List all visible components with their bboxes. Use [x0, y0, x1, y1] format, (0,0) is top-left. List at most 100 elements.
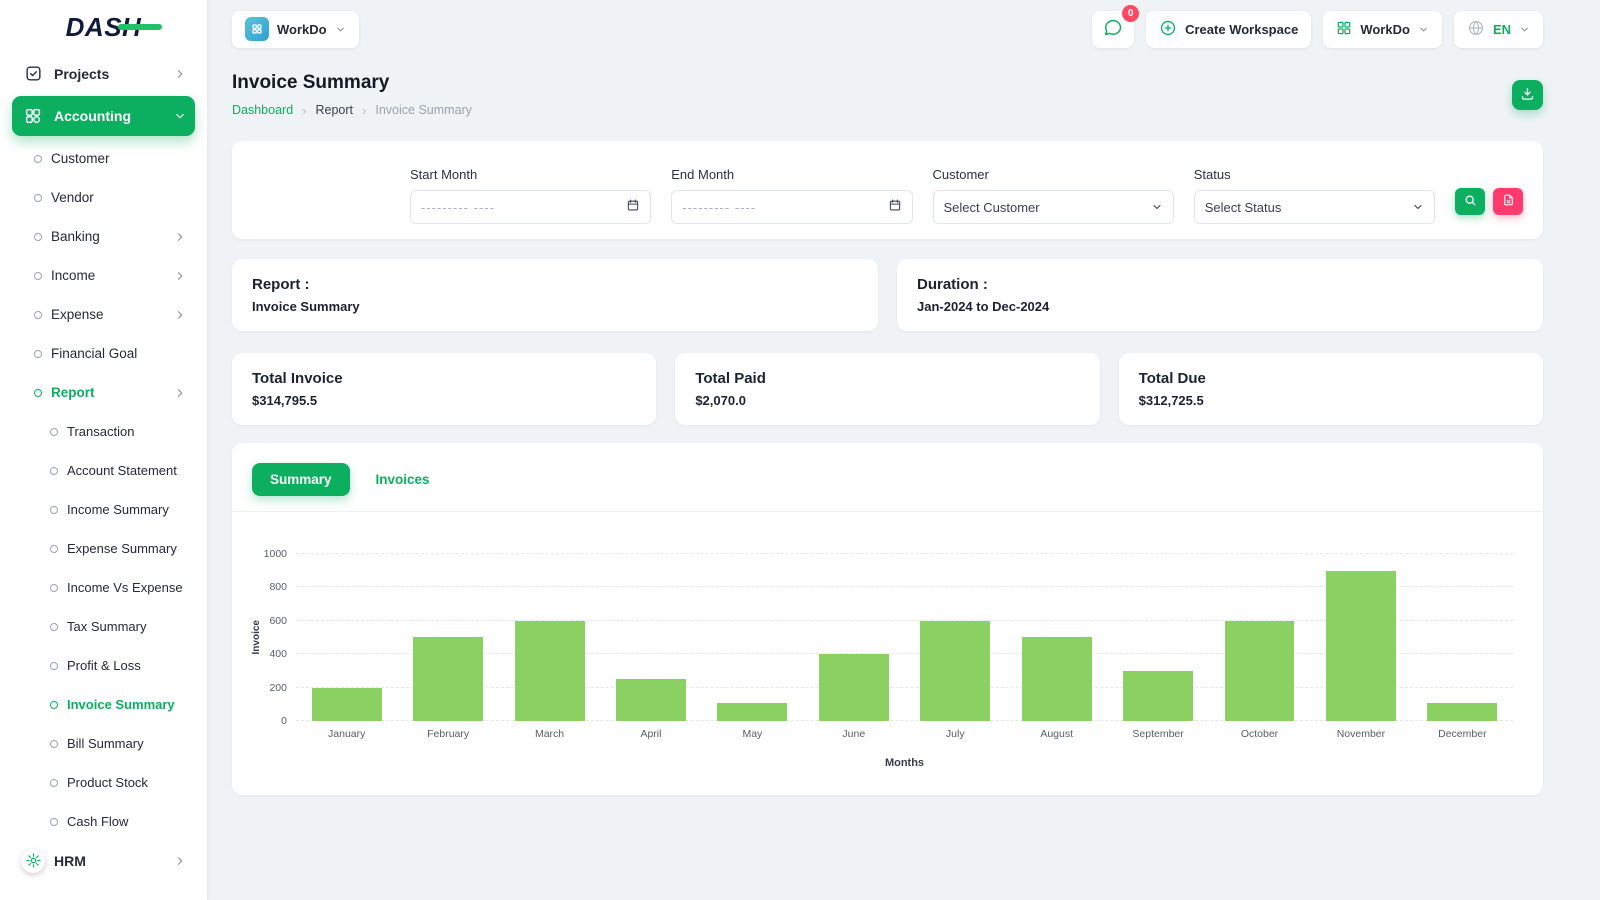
chevron-right-icon: [174, 231, 186, 243]
sidebar-item-expense-summary[interactable]: Expense Summary: [12, 529, 195, 568]
y-tick-label: 800: [269, 581, 287, 594]
x-tick-label: August: [1040, 728, 1074, 740]
sidebar-item-label: Income Summary: [67, 502, 169, 517]
sidebar-item-label: Invoice Summary: [67, 697, 175, 712]
sidebar-item-invoice-summary[interactable]: Invoice Summary: [12, 685, 195, 724]
x-axis-title: Months: [884, 757, 925, 769]
calendar-icon[interactable]: [888, 198, 902, 217]
y-tick-label: 1000: [263, 548, 287, 560]
reset-filter-button[interactable]: [1493, 188, 1523, 215]
y-axis-title: Invoice: [250, 620, 262, 655]
logo-dash-accent: [118, 24, 163, 30]
sidebar-item-expense[interactable]: Expense: [12, 295, 195, 334]
x-tick-label: September: [1132, 728, 1184, 740]
customer-field: Customer Select Customer: [932, 167, 1174, 224]
bar-march: [514, 620, 585, 721]
tab-invoices[interactable]: Invoices: [358, 463, 448, 496]
chevron-right-icon: [174, 387, 186, 399]
bullet-icon: [50, 466, 58, 475]
app-logo[interactable]: DASH: [12, 0, 195, 54]
x-tick-label: June: [842, 728, 866, 740]
status-select[interactable]: Select Status: [1193, 190, 1435, 224]
sidebar-item-customer[interactable]: Customer: [12, 139, 195, 178]
bullet-icon: [34, 349, 42, 358]
app-root: DASH Projects Accounting Customer Vendor Ban…: [0, 0, 1600, 900]
bar-november: [1325, 570, 1396, 721]
total-paid-label: Total Paid: [695, 370, 766, 387]
x-tick-label: February: [427, 728, 470, 740]
sidebar-item-income-vs-expense[interactable]: Income Vs Expense: [12, 568, 195, 607]
report-card: Report : Invoice Summary: [232, 259, 878, 331]
total-paid-card: Total Paid $2,070.0: [675, 353, 1100, 425]
sidebar-item-financial-goal[interactable]: Financial Goal: [12, 334, 195, 373]
sidebar-item-banking[interactable]: Banking: [12, 217, 195, 256]
page-header: Invoice Summary Dashboard › Report › Inv…: [232, 72, 1543, 117]
grid-icon: [1336, 20, 1352, 39]
breadcrumb-report[interactable]: Report: [316, 103, 354, 117]
tab-summary[interactable]: Summary: [252, 463, 350, 496]
bullet-icon: [50, 700, 58, 709]
sidebar-item-product-stock[interactable]: Product Stock: [12, 763, 195, 802]
x-tick-label: March: [534, 728, 565, 740]
sidebar-item-transaction[interactable]: Transaction: [12, 412, 195, 451]
download-button[interactable]: [1512, 79, 1543, 110]
language-selector[interactable]: EN: [1453, 10, 1543, 48]
sidebar-item-report[interactable]: Report: [12, 373, 195, 412]
sidebar-item-hrm[interactable]: HRM: [12, 841, 195, 880]
chart-tabs: Summary Invoices: [232, 463, 1543, 496]
app-menu-label: WorkDo: [1360, 21, 1410, 37]
bar-july: [920, 620, 991, 721]
sidebar-item-label: Projects: [54, 65, 110, 82]
language-code: EN: [1492, 21, 1511, 37]
start-month-label: Start Month: [410, 167, 478, 182]
bar-slot: [1209, 620, 1310, 721]
sidebar-item-cash-flow[interactable]: Cash Flow: [12, 802, 195, 841]
calendar-icon[interactable]: [626, 198, 640, 217]
bullet-icon: [50, 817, 58, 826]
bullet-icon: [34, 232, 42, 241]
bar-slot: [905, 620, 1006, 721]
sidebar-item-accounting[interactable]: Accounting: [12, 96, 195, 136]
create-workspace-button[interactable]: Create Workspace: [1146, 10, 1312, 48]
sidebar-item-profit-loss[interactable]: Profit & Loss: [12, 646, 195, 685]
hrm-icon: [21, 848, 45, 873]
bullet-icon: [34, 154, 42, 163]
projects-icon: [21, 62, 45, 86]
sidebar-item-projects[interactable]: Projects: [12, 54, 195, 93]
breadcrumb-dashboard[interactable]: Dashboard: [232, 103, 293, 117]
sidebar-item-label: Banking: [51, 229, 100, 244]
workspace-avatar-icon: [245, 17, 269, 41]
start-month-input[interactable]: [421, 199, 627, 215]
customer-select[interactable]: Select Customer: [932, 190, 1174, 224]
y-tick-label: 600: [269, 614, 287, 627]
status-label: Status: [1193, 167, 1231, 182]
search-button[interactable]: [1455, 188, 1485, 215]
x-tick-label: January: [328, 728, 366, 740]
invoice-bar-chart: Invoice 0 200 400 600 800 1000 January Februar…: [251, 548, 1513, 769]
total-due-card: Total Due $312,725.5: [1118, 353, 1543, 425]
workspace-switcher[interactable]: WorkDo: [232, 10, 359, 48]
messages-button[interactable]: 0: [1092, 4, 1140, 48]
chevron-down-icon: [1412, 201, 1424, 213]
sidebar-item-account-statement[interactable]: Account Statement: [12, 451, 195, 490]
sidebar-item-vendor[interactable]: Vendor: [12, 178, 195, 217]
topbar: WorkDo 0 Create Workspace WorkDo EN: [232, 0, 1543, 58]
x-tick-label: December: [1438, 728, 1487, 740]
bullet-icon: [50, 505, 58, 514]
sidebar-item-label: Bill Summary: [67, 736, 144, 751]
bar-april: [615, 679, 686, 721]
bar-june: [818, 654, 889, 721]
sidebar-item-income-summary[interactable]: Income Summary: [12, 490, 195, 529]
sidebar-item-label: Report: [51, 385, 95, 400]
sidebar-item-income[interactable]: Income: [12, 256, 195, 295]
app-menu-button[interactable]: WorkDo: [1323, 10, 1442, 48]
end-month-input[interactable]: [682, 199, 888, 215]
bullet-icon: [34, 310, 42, 319]
sidebar-item-bill-summary[interactable]: Bill Summary: [12, 724, 195, 763]
sidebar-item-label: Income Vs Expense: [67, 580, 183, 595]
clear-file-icon: [1502, 193, 1515, 210]
chevron-right-icon: [174, 309, 186, 321]
sidebar-item-tax-summary[interactable]: Tax Summary: [12, 607, 195, 646]
bar-october: [1224, 620, 1295, 721]
filter-actions: [1455, 188, 1523, 224]
